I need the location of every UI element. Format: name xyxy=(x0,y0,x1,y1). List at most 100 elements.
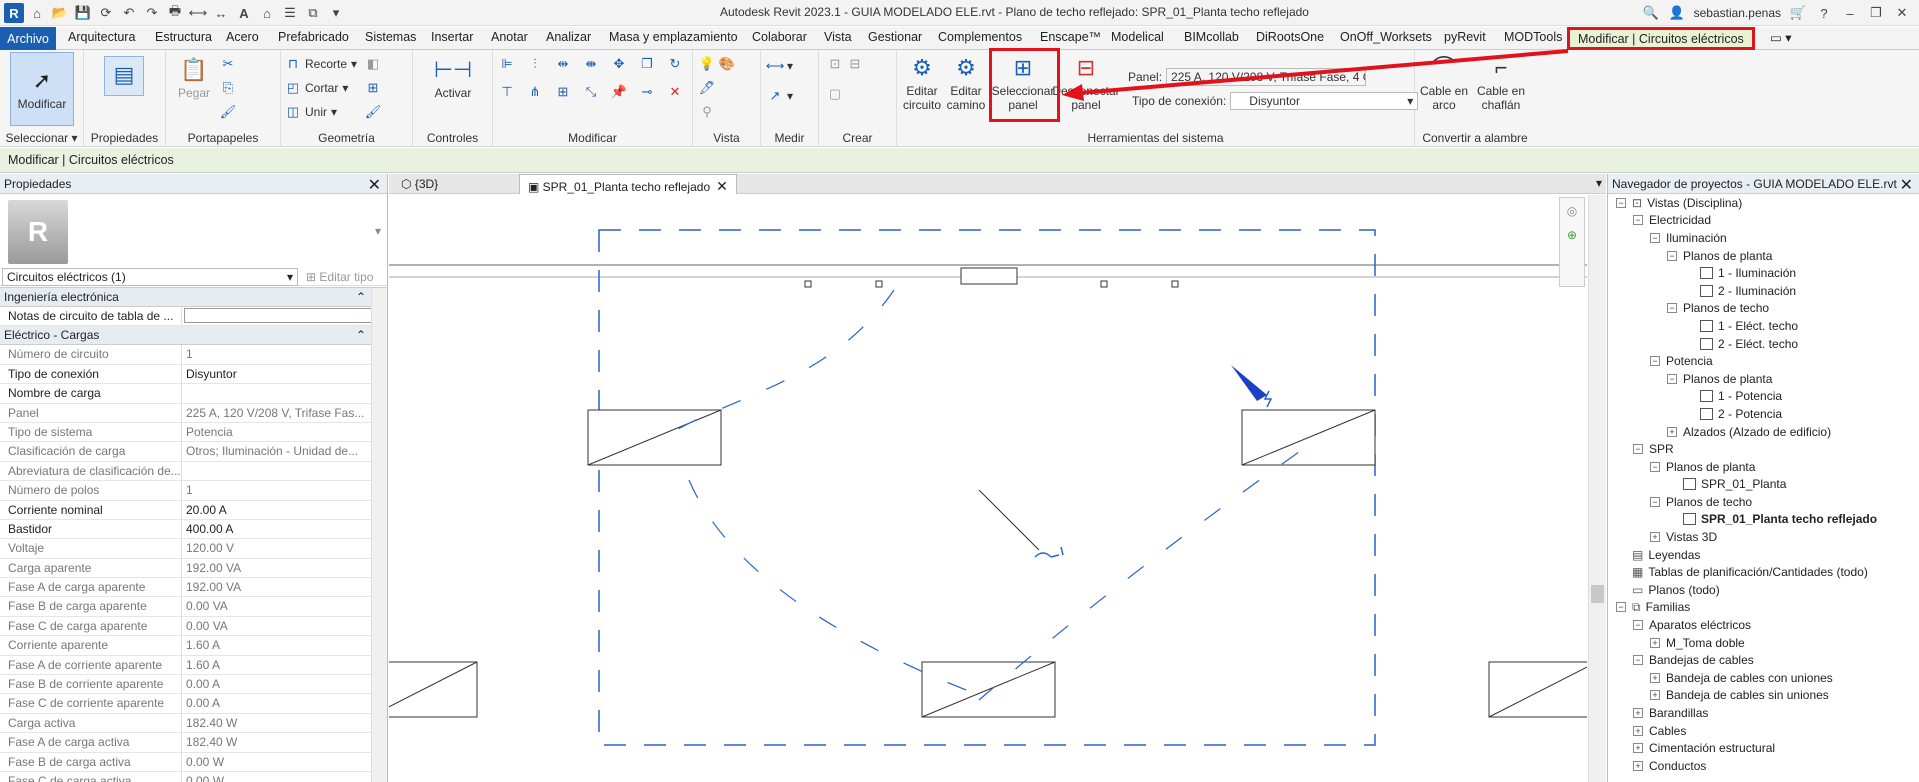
tree-item[interactable]: − Aparatos eléctricos xyxy=(1608,616,1919,634)
notes-input[interactable] xyxy=(184,308,372,323)
tree-item[interactable]: SPR_01_Planta techo reflejado xyxy=(1608,511,1919,529)
redo-icon[interactable]: ↷ xyxy=(142,3,162,23)
editar-camino-button[interactable]: ⚙ Editar camino xyxy=(945,54,987,113)
paint-icon[interactable]: 🖌 xyxy=(365,104,382,120)
ribbon-options-icon[interactable]: ▭ ▾ xyxy=(1770,30,1792,45)
wall-joins-icon[interactable]: ⊞ xyxy=(365,80,381,96)
desconectar-panel-button[interactable]: ⊟ Desconectar panel xyxy=(1052,54,1119,113)
close-views-icon[interactable]: ⧉ xyxy=(303,3,323,23)
conexion-dropdown[interactable]: Disyuntor ▾ xyxy=(1230,92,1419,110)
unpin-icon[interactable]: ⊸ xyxy=(639,84,655,100)
tree-item[interactable]: + Bandeja de cables con uniones xyxy=(1608,669,1919,687)
tab-acero[interactable]: Acero xyxy=(226,30,259,44)
save-icon[interactable]: 💾 xyxy=(73,3,93,23)
cable-chaflan-button[interactable]: ⌐ Cable en chaflán xyxy=(1471,54,1531,113)
cart-icon[interactable]: 🛒 xyxy=(1789,3,1807,23)
tree-item[interactable]: 2 - Eléct. techo xyxy=(1608,335,1919,353)
collapse-icon[interactable]: − xyxy=(1667,303,1677,314)
tree-item[interactable]: ▭ Planos (todo) xyxy=(1608,581,1919,599)
expand-icon[interactable]: + xyxy=(1650,532,1660,543)
tab-gestionar[interactable]: Gestionar xyxy=(868,30,922,44)
tree-item[interactable]: − Iluminación xyxy=(1608,229,1919,247)
selection-filter-dropdown[interactable]: Circuitos eléctricos (1) ▾ xyxy=(2,268,298,286)
match-type-icon[interactable]: 🖌 xyxy=(220,104,237,120)
array-icon[interactable]: ⊞ xyxy=(555,84,571,100)
scroll-thumb[interactable] xyxy=(1591,585,1604,603)
offset-icon[interactable]: ⫶ xyxy=(527,56,543,72)
property-category[interactable]: Ingeniería electrónica ⌃ xyxy=(0,288,372,307)
panel-dropdown[interactable]: 225 A, 120 V/208 V, Trifase Fase, 4 Cabl… xyxy=(1166,68,1367,86)
tree-item[interactable]: ▤ Leyendas xyxy=(1608,546,1919,564)
close-icon[interactable]: ✕ xyxy=(1893,3,1911,23)
move-icon[interactable]: ✥ xyxy=(611,56,627,72)
align-icon[interactable]: ⊫ xyxy=(499,56,515,72)
edit-type-button[interactable]: ⊞ Editar tipo xyxy=(306,270,373,284)
tab-modificar-circuitos[interactable]: Modificar | Circuitos eléctricos xyxy=(1567,27,1755,50)
tree-item[interactable]: − Bandejas de cables xyxy=(1608,651,1919,669)
tree-item[interactable]: ▦ Tablas de planificación/Cantidades (tod… xyxy=(1608,563,1919,581)
collapse-icon[interactable]: − xyxy=(1650,356,1660,367)
drawing-area[interactable]: ◎ ⊕ xyxy=(389,195,1587,782)
property-category[interactable]: Eléctrico - Cargas ⌃ xyxy=(0,326,372,346)
tab-masa[interactable]: Masa y emplazamiento xyxy=(609,30,738,44)
tab-prefabricado[interactable]: Prefabricado xyxy=(278,30,349,44)
expand-icon[interactable]: + xyxy=(1650,637,1660,648)
tab-enscape[interactable]: Enscape™ xyxy=(1040,30,1101,44)
property-value[interactable] xyxy=(182,384,372,402)
maximize-icon[interactable]: ❐ xyxy=(1867,3,1885,23)
property-value[interactable]: 20.00 A xyxy=(182,501,372,519)
create-group-icon[interactable]: ⊡ xyxy=(827,56,843,72)
override-graphics-icon[interactable]: 🎨 xyxy=(719,56,735,72)
property-value[interactable] xyxy=(182,307,372,325)
measure-icon[interactable]: ⟷ xyxy=(188,3,208,23)
cortar-button[interactable]: ◰ Cortar ▾ xyxy=(285,80,349,96)
tree-item[interactable]: − ⧉ Familias xyxy=(1608,599,1919,617)
tree-item[interactable]: SPR_01_Planta xyxy=(1608,476,1919,494)
property-value[interactable]: Disyuntor xyxy=(182,365,372,383)
expand-icon[interactable]: + xyxy=(1633,708,1643,719)
tree-item[interactable]: − Electricidad xyxy=(1608,212,1919,230)
split-icon[interactable]: ⋔ xyxy=(527,84,543,100)
tab-close-icon[interactable]: ✕ xyxy=(716,178,728,194)
copy-icon[interactable]: ⎘ xyxy=(220,80,236,96)
tree-item[interactable]: + M_Toma doble xyxy=(1608,634,1919,652)
expand-icon[interactable]: + xyxy=(1633,743,1643,754)
collapse-icon[interactable]: ⌃ xyxy=(356,290,366,304)
view-filter-icon[interactable]: ⚲ xyxy=(699,104,715,120)
text-icon[interactable]: A xyxy=(234,3,254,23)
collapse-icon[interactable]: − xyxy=(1667,373,1677,384)
minimize-icon[interactable]: – xyxy=(1841,3,1859,23)
tree-item[interactable]: 1 - Potencia xyxy=(1608,388,1919,406)
print-icon[interactable]: 🖶 xyxy=(165,3,185,23)
help-icon[interactable]: ? xyxy=(1815,3,1833,23)
tab-sistemas[interactable]: Sistemas xyxy=(365,30,416,44)
3d-view-icon[interactable]: ⌂ xyxy=(257,3,277,23)
property-value[interactable]: 400.00 A xyxy=(182,520,372,538)
tree-item[interactable]: − Potencia xyxy=(1608,352,1919,370)
create-parts-icon[interactable]: ⊟ xyxy=(847,56,863,72)
expand-icon[interactable]: + xyxy=(1633,725,1643,736)
tab-arquitectura[interactable]: Arquitectura xyxy=(68,30,135,44)
scale-icon[interactable]: ⤡ xyxy=(583,84,599,100)
tab-onoff-worksets[interactable]: OnOff_Worksets xyxy=(1340,30,1432,44)
properties-button[interactable]: ▤ xyxy=(104,56,144,96)
tree-item[interactable]: 1 - Eléct. techo xyxy=(1608,317,1919,335)
tree-item[interactable]: + Alzados (Alzado de edificio) xyxy=(1608,423,1919,441)
search-icon[interactable]: 🔍 xyxy=(1642,3,1660,23)
tree-item[interactable]: + Barandillas xyxy=(1608,704,1919,722)
tree-item[interactable]: − SPR xyxy=(1608,440,1919,458)
tree-item[interactable]: + Vistas 3D xyxy=(1608,528,1919,546)
revit-logo-icon[interactable]: R xyxy=(4,3,24,23)
pin-icon[interactable]: 📌 xyxy=(611,84,627,100)
tab-3d-view[interactable]: ⬡ {3D} xyxy=(393,174,446,194)
rotate-icon[interactable]: ↻ xyxy=(667,56,683,72)
tab-anotar[interactable]: Anotar xyxy=(491,30,528,44)
user-name[interactable]: sebastian.penas xyxy=(1694,6,1781,20)
aligned-dimension-icon[interactable]: ↗ xyxy=(767,88,783,104)
collapse-icon[interactable]: − xyxy=(1616,602,1626,613)
tab-modelical[interactable]: Modelical xyxy=(1111,30,1164,44)
activar-button[interactable]: ⊢⊣ Activar xyxy=(419,56,487,101)
thin-lines-icon[interactable]: ☰ xyxy=(280,3,300,23)
recorte-button[interactable]: ⊓ Recorte ▾ xyxy=(285,56,357,72)
linework-icon[interactable]: 🖊 xyxy=(699,80,716,96)
